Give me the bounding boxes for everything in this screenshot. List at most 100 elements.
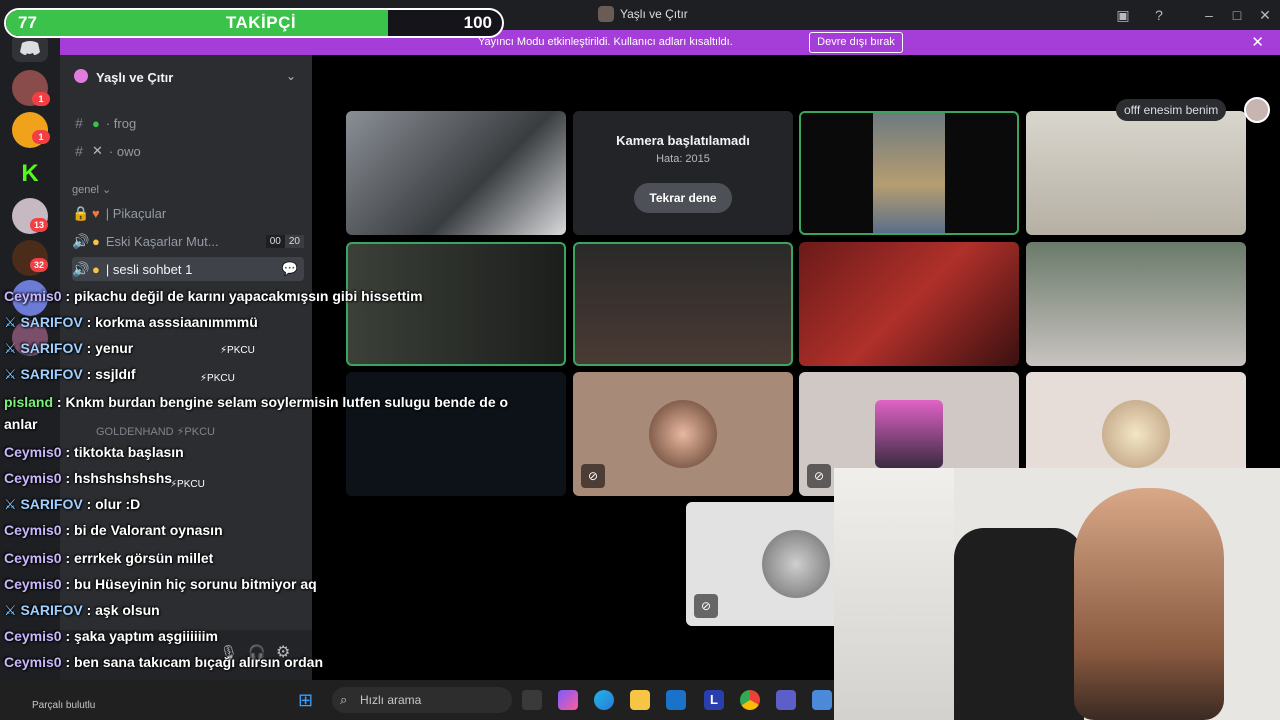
chat-username: Ceymis0 (4, 550, 62, 566)
frog-icon: ● (92, 115, 100, 131)
avatar-tile[interactable]: ⊘ (573, 372, 793, 496)
avatar (1102, 400, 1170, 468)
taskbar-search[interactable]: ⌕ Hızlı arama (332, 687, 512, 713)
voice-channel-eski-kasarlar[interactable]: 🔊 ● Eski Kaşarlar Mut... 00 20 (72, 229, 304, 253)
teams-icon[interactable] (776, 690, 796, 710)
shelf (834, 468, 954, 720)
video-tile[interactable] (799, 242, 1019, 366)
chat-text: : bu Hüseyinin hiç sorunu bitmiyor aq (61, 576, 317, 592)
app-l-icon[interactable]: L (704, 690, 724, 710)
member-tag-text: PKCU (227, 345, 255, 356)
chat-bubble-icon[interactable]: 💬 (282, 261, 298, 277)
channel-sidebar: Yaşlı ve Çıtır ⌄ # ● · frog # ✕ · owo ge… (60, 55, 312, 720)
channel-label: | Pikaçular (105, 205, 167, 221)
channel-frog[interactable]: # ● · frog (72, 111, 304, 135)
camera-error-tile: Kamera başlatılamadı Hata: 2015 Tekrar d… (573, 111, 793, 235)
retry-button[interactable]: Tekrar dene (634, 183, 732, 213)
chat-text: : olur :D (82, 496, 141, 512)
chat-text: : hshshshshshs (61, 470, 173, 486)
kick-icon[interactable]: K (12, 156, 48, 192)
video-tile-speaking[interactable] (573, 242, 793, 366)
sword-icon: ⚔ (4, 314, 21, 330)
chat-username: Ceymis0 (4, 288, 62, 304)
video-tile-speaking[interactable] (346, 242, 566, 366)
chat-username: Ceymis0 (4, 576, 62, 592)
heart-icon: ♥ (92, 205, 100, 221)
chat-text: : ben sana takıcam bıçağı alırsın ordan (61, 654, 324, 670)
app-icon[interactable] (812, 690, 832, 710)
chrome-icon[interactable] (740, 690, 760, 710)
video-tile[interactable] (1026, 242, 1246, 366)
windows-start-icon[interactable]: ⊞ (298, 690, 313, 711)
close-icon[interactable]: ✕ (1256, 6, 1274, 24)
mention-badge: 13 (30, 218, 48, 232)
chat-username: SARIFOV (20, 496, 83, 512)
video-tile[interactable] (346, 111, 566, 235)
file-explorer-icon[interactable] (630, 690, 650, 710)
minimize-icon[interactable]: – (1200, 6, 1218, 24)
chat-message: anlar (4, 416, 37, 432)
window-title-text: Yaşlı ve Çıtır (620, 7, 688, 21)
chat-username: Ceymis0 (4, 522, 62, 538)
voice-channel-sesli-sohbet-1[interactable]: 🔊 ● | sesli sohbet 1 💬 (72, 257, 304, 281)
chat-username: Ceymis0 (4, 444, 62, 460)
discord-home-icon[interactable] (12, 34, 48, 62)
sword-icon: ⚔ (4, 340, 21, 356)
chat-username: Ceymis0 (4, 470, 62, 486)
outlook-icon[interactable] (666, 690, 686, 710)
chevron-down-icon[interactable]: ⌄ (286, 69, 296, 83)
emoji-icon: ● (92, 233, 100, 249)
lock-icon: 🔒 (72, 204, 90, 221)
maximize-icon[interactable]: □ (1228, 6, 1246, 24)
chat-message: Ceymis0 : errrkek görsün millet (4, 550, 213, 566)
crossed-swords-icon: ✕ (92, 143, 103, 158)
follower-goal-bar: TAKİPÇİ 77 100 (4, 8, 504, 38)
chat-text: : Knkm burdan bengine selam soylermisin … (53, 394, 509, 410)
video-tile-speaking[interactable] (799, 111, 1019, 235)
camera-off-icon: ⊘ (694, 594, 718, 618)
chat-username: SARIFOV (20, 366, 83, 382)
banner-close-icon[interactable]: ✕ (1251, 33, 1264, 51)
chat-message: ⚔ SARIFOV : korkma asssiaanımmmü (4, 314, 258, 331)
chat-message: Ceymis0 : şaka yaptım aşgiiiiiim (4, 628, 218, 644)
chat-message: ⚔ SARIFOV : yenur (4, 340, 133, 357)
server-logo-icon (74, 69, 88, 83)
disable-streamer-mode-button[interactable]: Devre dışı bırak (809, 32, 903, 53)
streamer (1074, 488, 1224, 720)
goal-label: TAKİPÇİ (225, 13, 297, 32)
speaker-icon: 🔊 (72, 232, 90, 249)
copilot-icon[interactable] (558, 690, 578, 710)
category-genel[interactable]: genel ⌄ (72, 183, 111, 196)
hash-icon: # (75, 143, 83, 159)
video-tile[interactable] (346, 372, 566, 496)
goal-current: 77 (18, 13, 37, 32)
channel-owo[interactable]: # ✕ · owo (72, 139, 304, 163)
member-tag: ⚡PKCU (170, 479, 205, 490)
window-title: Yaşlı ve Çıtır (598, 6, 688, 22)
edge-icon[interactable] (594, 690, 614, 710)
chat-text: anlar (4, 416, 38, 432)
windows-taskbar: ⊞ ⌕ Hızlı arama L (0, 680, 834, 720)
help-icon[interactable]: ? (1150, 6, 1168, 24)
member-tag-text: PKCU (177, 479, 205, 490)
chat-username: SARIFOV (20, 340, 83, 356)
channel-label: | sesli sohbet 1 (105, 261, 193, 277)
speaking-bubble: offf enesim benim (1116, 99, 1227, 121)
server-header[interactable]: Yaşlı ve Çıtır ⌄ (60, 63, 312, 91)
inbox-icon[interactable]: ▣ (1114, 6, 1132, 24)
user-limit: 20 (284, 234, 304, 248)
search-icon: ⌕ (340, 692, 348, 707)
chat-message: Ceymis0 : bu Hüseyinin hiç sorunu bitmiy… (4, 576, 317, 592)
video-tile[interactable] (1026, 111, 1246, 235)
voice-channel-pikacular[interactable]: 🔒 ♥ | Pikaçular (72, 201, 304, 225)
chat-username: SARIFOV (20, 314, 83, 330)
camera-error-code: Hata: 2015 (656, 153, 710, 165)
user-count: 00 (265, 234, 285, 248)
chat-username: Ceymis0 (4, 654, 62, 670)
chat-username: Ceymis0 (4, 628, 62, 644)
task-view-icon[interactable] (522, 690, 542, 710)
voice-member[interactable]: GOLDENHAND ⚡PKCU (96, 425, 215, 438)
server-avatar-icon (598, 6, 614, 22)
avatar (875, 400, 943, 468)
member-tag: ⚡PKCU (200, 373, 235, 384)
